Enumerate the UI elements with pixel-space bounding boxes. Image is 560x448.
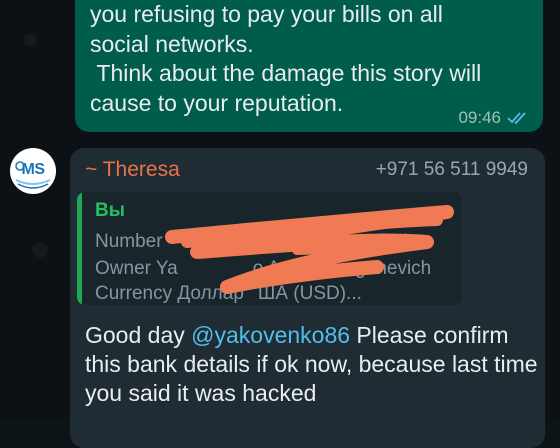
outgoing-message-bubble[interactable]: you refusing to pay your bills on all so…	[75, 0, 543, 132]
reply-author: Вы	[95, 200, 125, 221]
reply-line-owner-start: Owner Ya	[95, 258, 178, 279]
reply-accent-bar	[77, 192, 82, 305]
sender-avatar[interactable]: MS	[10, 148, 56, 194]
avatar-label: MS	[21, 161, 46, 178]
user-mention-link[interactable]: @yakovenko86	[191, 322, 350, 348]
message-time: 09:46	[458, 108, 501, 127]
reply-line-currency-end: ША (USD)...	[257, 283, 362, 304]
incoming-message-text: Good day @yakovenko86 Please confirm thi…	[85, 321, 540, 408]
reply-line-currency: Currency Доллар ША (USD)...	[95, 283, 362, 305]
sender-name[interactable]: ~ Theresa	[85, 158, 180, 182]
reply-line-currency-start: Currency Доллар	[95, 283, 244, 304]
double-check-icon	[507, 111, 529, 125]
reply-line-owner-end: o Andrey Evgenevich	[252, 258, 432, 279]
message-text-start: Good day	[85, 322, 192, 348]
reply-line-owner: Owner Ya o Andrey Evgenevich	[95, 258, 431, 280]
quoted-reply[interactable]: Вы Number 704 Owner Ya o Andrey Evgenevich…	[77, 192, 462, 305]
message-meta: 09:46	[458, 108, 529, 128]
incoming-message-bubble[interactable]: ~ Theresa +971 56 511 9949 Вы Number 704 …	[70, 148, 545, 448]
outgoing-message-text: you refusing to pay your bills on all so…	[90, 1, 482, 116]
reply-line-number: Number 704	[95, 231, 409, 253]
reply-line-number-start: Number	[95, 231, 163, 252]
sender-phone: +971 56 511 9949	[375, 159, 528, 180]
reply-line-number-end: 704	[377, 231, 410, 252]
